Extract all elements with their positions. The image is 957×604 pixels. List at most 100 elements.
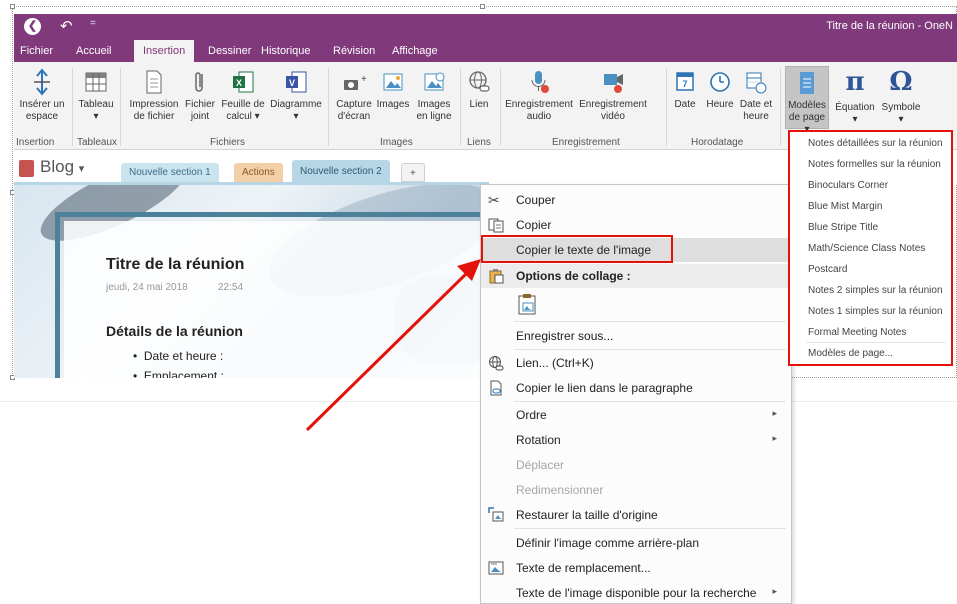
- group-label-images: Images: [380, 137, 413, 148]
- menu-item-order[interactable]: Ordre ▸: [481, 403, 791, 427]
- add-section-tab[interactable]: +: [401, 163, 425, 182]
- undo-icon[interactable]: ↶: [60, 17, 73, 35]
- template-item[interactable]: Binoculars Corner: [808, 180, 888, 191]
- tab-dessiner[interactable]: Dessiner: [208, 45, 251, 57]
- menu-item-alt-text[interactable]: Texte de remplacement...: [481, 556, 791, 580]
- table-dropdown-icon: ▾: [93, 111, 99, 122]
- online-pictures-label-2: en ligne: [416, 111, 452, 122]
- menu-item-link[interactable]: Lien... (Ctrl+K): [481, 351, 791, 375]
- group-label-liens: Liens: [467, 137, 491, 148]
- template-item[interactable]: Notes détaillées sur la réunion: [808, 138, 943, 149]
- insert-time-button[interactable]: Heure: [703, 68, 737, 111]
- menu-item-searchable-text[interactable]: Texte de l'image disponible pour la rech…: [481, 581, 791, 604]
- resize-handle[interactable]: [10, 4, 15, 9]
- menu-label: Ordre: [516, 408, 547, 422]
- attach-file-button[interactable]: Fichier joint: [184, 68, 216, 123]
- screen-clipping-label-2: d'écran: [337, 111, 371, 122]
- menu-separator: [514, 321, 786, 322]
- copy-icon: [488, 218, 504, 233]
- menu-separator: [514, 528, 786, 529]
- tab-historique[interactable]: Historique: [261, 45, 311, 57]
- insert-space-label-2: espace: [25, 111, 59, 122]
- insert-space-button[interactable]: Insérer un espace: [16, 68, 68, 123]
- spreadsheet-label-2: calcul ▾: [226, 111, 260, 122]
- spreadsheet-label: Feuille de: [221, 99, 265, 110]
- tab-revision[interactable]: Révision: [333, 45, 375, 57]
- section-tab-actions[interactable]: Actions: [234, 163, 283, 182]
- insert-date-time-label-2: heure: [743, 111, 769, 122]
- template-item[interactable]: Notes formelles sur la réunion: [808, 159, 941, 170]
- menu-item-restore-size[interactable]: Restaurer la taille d'origine: [481, 503, 791, 527]
- record-audio-label-2: audio: [526, 111, 552, 122]
- diagram-button[interactable]: V Diagramme ▾: [270, 68, 322, 123]
- resize-handle[interactable]: [480, 4, 485, 9]
- menu-label: Enregistrer sous...: [516, 329, 614, 343]
- menu-label: Copier le lien dans le paragraphe: [516, 381, 693, 395]
- link-button[interactable]: Lien: [464, 68, 494, 111]
- symbol-label: Symbole: [881, 102, 921, 113]
- pi-icon: π: [845, 67, 865, 97]
- spreadsheet-button[interactable]: X Feuille de calcul ▾: [218, 68, 268, 123]
- tab-accueil[interactable]: Accueil: [76, 45, 111, 57]
- menu-item-cut[interactable]: ✂ Couper: [481, 188, 791, 212]
- insert-date-time-button[interactable]: Date et heure: [738, 68, 774, 123]
- insert-time-label: Heure: [706, 99, 734, 110]
- microphone-icon: [531, 71, 549, 93]
- menu-item-set-background[interactable]: Définir l'image comme arrière-plan: [481, 531, 791, 555]
- template-item[interactable]: Math/Science Class Notes: [808, 243, 925, 254]
- section-tab-2[interactable]: Nouvelle section 2: [292, 160, 390, 183]
- menu-item-resize: Redimensionner: [481, 478, 791, 502]
- group-separator: [328, 68, 329, 146]
- template-item[interactable]: Formal Meeting Notes: [808, 327, 906, 338]
- menu-item-copy[interactable]: Copier: [481, 213, 791, 237]
- table-button[interactable]: Tableau ▾: [76, 68, 116, 123]
- file-printout-icon: [146, 70, 162, 94]
- screen-clipping-button[interactable]: + Capture d'écran: [334, 68, 374, 123]
- menu-separator: [514, 401, 786, 402]
- tab-insertion[interactable]: Insertion: [134, 40, 195, 62]
- template-item[interactable]: Blue Mist Margin: [808, 201, 882, 212]
- group-label-tableaux: Tableaux: [77, 137, 118, 148]
- paste-picture-option[interactable]: [516, 292, 540, 316]
- group-separator: [780, 68, 781, 146]
- equation-button[interactable]: π Équation ▾: [832, 68, 878, 126]
- menu-item-copy-link-paragraph[interactable]: Copier le lien dans le paragraphe: [481, 376, 791, 400]
- template-item[interactable]: Notes 2 simples sur la réunion: [808, 285, 943, 296]
- tab-fichier[interactable]: Fichier: [20, 45, 53, 57]
- tab-affichage[interactable]: Affichage: [392, 45, 438, 57]
- table-label: Tableau: [78, 99, 114, 110]
- title-bar: ❮ ↶ = Titre de la réunion - OneN: [14, 14, 957, 40]
- insert-date-button[interactable]: 7 Date: [670, 68, 700, 111]
- template-item[interactable]: Postcard: [808, 264, 847, 275]
- svg-text:7: 7: [682, 79, 687, 89]
- calendar-clock-icon: [746, 72, 767, 94]
- template-more-link[interactable]: Modèles de page...: [808, 348, 893, 359]
- back-circle-icon[interactable]: ❮: [24, 18, 41, 35]
- menu-separator: [806, 342, 946, 343]
- page-image[interactable]: [14, 185, 489, 378]
- page-templates-button[interactable]: Modèles de page ▾: [785, 66, 829, 135]
- section-tab-1[interactable]: Nouvelle section 1: [121, 163, 219, 182]
- file-printout-button[interactable]: Impression de fichier: [126, 68, 182, 123]
- online-picture-icon: [424, 72, 445, 91]
- record-video-button[interactable]: Enregistrement vidéo: [577, 68, 649, 123]
- menu-item-rotation[interactable]: Rotation ▸: [481, 428, 791, 452]
- insert-space-label: Insérer un: [19, 99, 65, 110]
- attach-file-label-2: joint: [190, 111, 210, 122]
- paste-icon: [489, 269, 504, 284]
- template-item[interactable]: Blue Stripe Title: [808, 222, 878, 233]
- menu-label: Texte de remplacement...: [516, 561, 651, 575]
- notebook-dropdown-icon: ▾: [78, 163, 85, 175]
- pictures-button[interactable]: Images: [375, 68, 411, 111]
- menu-header-paste-options: Options de collage :: [481, 264, 791, 288]
- online-pictures-button[interactable]: Images en ligne: [412, 68, 456, 123]
- customize-quick-access-icon[interactable]: =: [90, 18, 96, 29]
- record-audio-button[interactable]: Enregistrement audio: [504, 68, 574, 123]
- diagram-label-2: ▾: [293, 111, 299, 122]
- menu-item-save-as[interactable]: Enregistrer sous...: [481, 324, 791, 348]
- symbol-button[interactable]: Ω Symbole ▾: [878, 68, 924, 126]
- menu-label: Restaurer la taille d'origine: [516, 508, 658, 522]
- camera-icon: +: [344, 74, 366, 90]
- notebook-selector[interactable]: Blog ▾: [40, 157, 84, 177]
- template-item[interactable]: Notes 1 simples sur la réunion: [808, 306, 943, 317]
